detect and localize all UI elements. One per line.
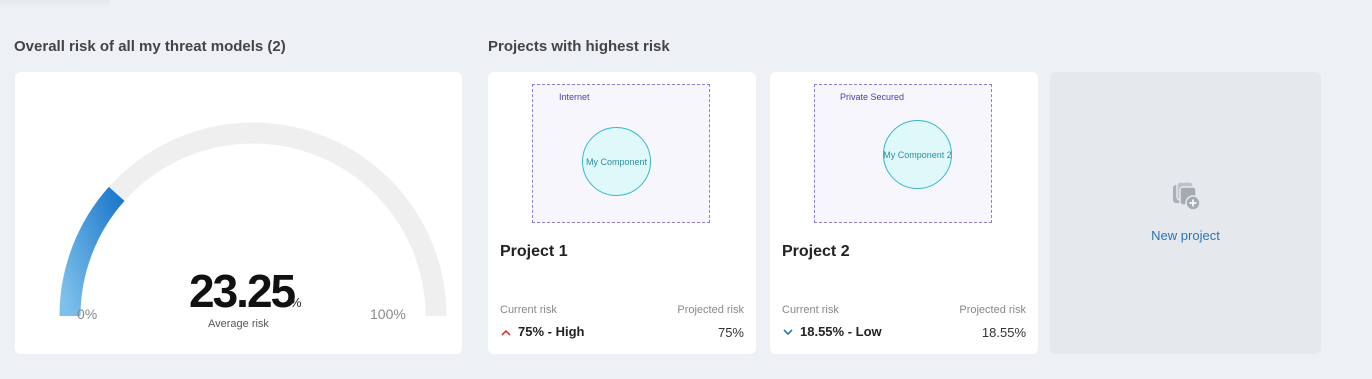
top-tab-shadow — [0, 0, 110, 8]
current-risk: 18.55% - Low — [782, 324, 882, 339]
projected-risk-value: 75% — [717, 325, 744, 340]
overall-risk-card: 23.25 % Average risk 0% 100% — [15, 72, 462, 354]
project-card-1[interactable]: Internet My Component Project 1 Current … — [488, 72, 756, 354]
current-risk-label: Current risk — [500, 304, 557, 316]
projects-risk-title: Projects with highest risk — [488, 38, 670, 55]
projected-risk-label: Projected risk — [959, 304, 1026, 316]
chevron-down-icon — [782, 325, 794, 339]
project-card-2[interactable]: Private Secured My Component 2 Project 2… — [770, 72, 1038, 354]
gauge-fill — [59, 186, 125, 317]
project-title[interactable]: Project 2 — [782, 243, 850, 261]
current-risk-value: 75% - High — [518, 324, 585, 339]
project-diagram-thumbnail: Internet My Component — [532, 84, 710, 223]
average-risk-value: 23.25 — [189, 265, 296, 317]
trust-zone-label: Private Secured — [840, 92, 905, 102]
projected-risk-value: 18.55% — [981, 325, 1026, 340]
new-project-link[interactable]: New project — [1050, 228, 1321, 243]
new-project-card[interactable]: New project — [1050, 72, 1321, 354]
average-risk-caption: Average risk — [208, 318, 269, 330]
trust-zone-label: Internet — [559, 92, 590, 102]
project-diagram-thumbnail: Private Secured My Component 2 — [814, 84, 992, 223]
current-risk-label: Current risk — [782, 304, 839, 316]
diagram-component: My Component — [582, 127, 651, 196]
project-title[interactable]: Project 1 — [500, 243, 568, 261]
average-risk-unit: % — [290, 295, 302, 310]
projected-risk-label: Projected risk — [677, 304, 744, 316]
current-risk: 75% - High — [500, 324, 584, 339]
new-project-icon — [1173, 181, 1201, 211]
chevron-up-icon — [500, 325, 512, 339]
diagram-component: My Component 2 — [883, 120, 952, 189]
gauge-min-label: 0% — [77, 306, 98, 322]
current-risk-value: 18.55% - Low — [800, 324, 882, 339]
overall-risk-title: Overall risk of all my threat models (2) — [14, 38, 286, 55]
gauge-max-label: 100% — [370, 306, 406, 322]
